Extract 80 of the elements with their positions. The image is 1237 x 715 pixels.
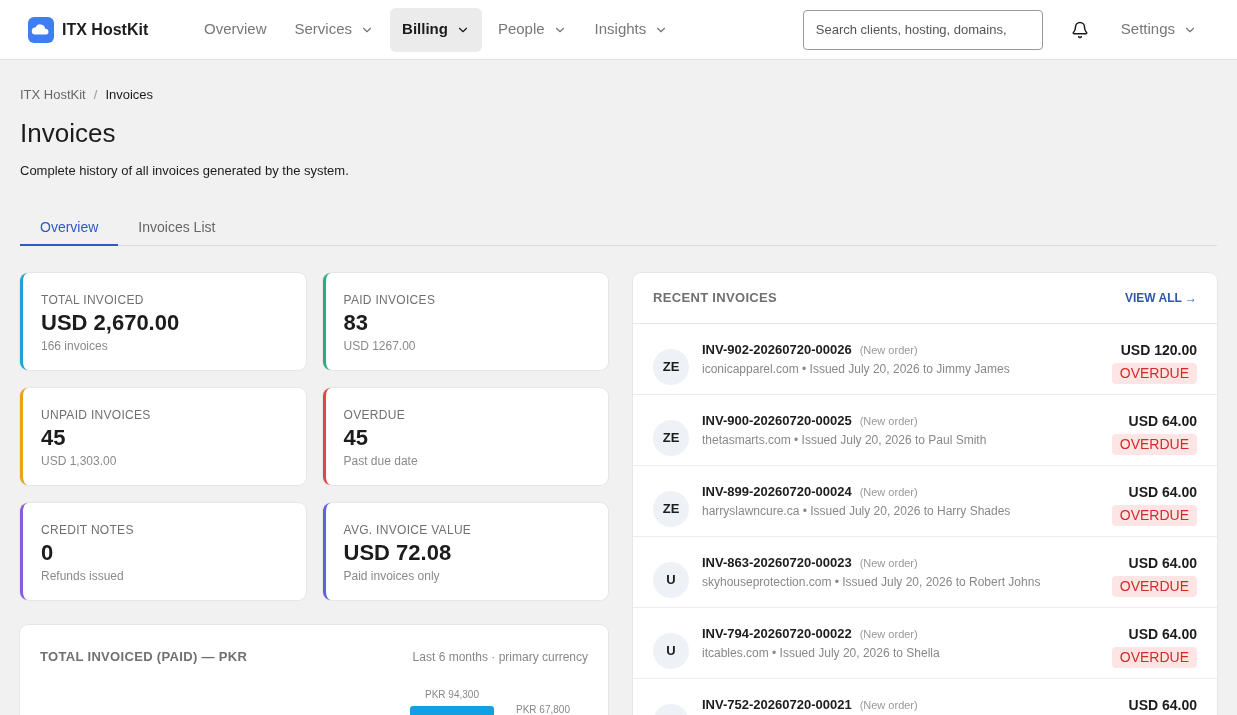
tab[interactable]: Overview — [20, 210, 119, 246]
stat-value: 83 — [343, 309, 369, 337]
stat-note: Past due date — [343, 453, 419, 470]
nav-menu-item[interactable]: Insights — [582, 7, 681, 52]
stat-label: AVG. INVOICE VALUE — [343, 522, 473, 539]
invoice-number: INV-899-20260720-00024 — [702, 483, 852, 501]
invoice-tag: (New order) — [859, 626, 918, 643]
invoice-tag: (New order) — [859, 342, 918, 359]
invoice-amount: USD 64.00 — [1128, 696, 1197, 715]
invoice-row[interactable]: U INV-863-20260720-00023 (New order) skyhouseprotection.com • Issued July 20, 2026 to Robert Johns USD 64.00 OVERDUE — [633, 537, 1217, 608]
invoice-amount: USD 64.00 — [1128, 412, 1197, 431]
invoice-number: INV-902-20260720-00026 — [702, 341, 852, 359]
breadcrumb-separator: / — [93, 86, 98, 104]
avatar: ZE — [653, 349, 689, 385]
stat-label: PAID INVOICES — [343, 292, 437, 309]
page-subtitle: Complete history of all invoices generated by the system. — [20, 161, 350, 180]
stat-label: OVERDUE — [343, 407, 406, 424]
stat-value: USD 2,670.00 — [41, 309, 181, 337]
invoice-row[interactable]: ZE INV-902-20260720-00026 (New order) iconicapparel.com • Issued July 20, 2026 to Jimmy James USD 120.00 OVERDUE — [633, 324, 1217, 395]
invoice-details: thetasmarts.com • Issued July 20, 2026 to Paul Smith — [702, 431, 988, 449]
stat-label: CREDIT NOTES — [41, 522, 135, 539]
settings-menu[interactable]: Settings — [1108, 18, 1209, 41]
stat-label: UNPAID INVOICES — [41, 407, 152, 424]
stat-note: Refunds issued — [41, 568, 125, 585]
invoice-row[interactable]: ZE INV-900-20260720-00025 (New order) thetasmarts.com • Issued July 20, 2026 to Paul Smith USD 64.00 OVERDUE — [633, 395, 1217, 466]
brand-name: ITX HostKit — [62, 19, 149, 40]
invoice-row[interactable]: INV-752-20260720-00021 (New order) USD 64.00 — [633, 679, 1217, 715]
invoice-amount: USD 64.00 — [1128, 554, 1197, 573]
invoice-amount: USD 64.00 — [1128, 625, 1197, 644]
invoice-tag: (New order) — [859, 484, 918, 501]
stat-label: TOTAL INVOICED — [41, 292, 145, 309]
avatar: U — [653, 633, 689, 669]
panel-title: RECENT INVOICES — [653, 289, 778, 308]
stat-note: USD 1267.00 — [343, 338, 417, 355]
breadcrumb-item: Invoices — [105, 86, 154, 104]
search-field[interactable]: Search clients, hosting, domains, — [802, 9, 1043, 50]
invoice-amount: USD 120.00 — [1120, 341, 1197, 360]
notification-bell-icon[interactable] — [1070, 20, 1089, 39]
bar-value-label: PKR 67,800 — [516, 703, 570, 715]
invoice-number: INV-900-20260720-00025 — [702, 412, 852, 430]
status-badge: OVERDUE — [1111, 576, 1197, 597]
invoice-row[interactable]: ZE INV-899-20260720-00024 (New order) harryslawncure.ca • Issued July 20, 2026 to Harry Shades USD 64.00 OVERDUE — [633, 466, 1217, 537]
stat-note: 166 invoices — [41, 338, 109, 355]
invoice-details: skyhouseprotection.com • Issued July 20, 2026 to Robert Johns — [702, 573, 1042, 591]
invoice-number: INV-863-20260720-00023 — [702, 554, 852, 572]
invoice-tag: (New order) — [859, 413, 918, 430]
invoice-row[interactable]: U INV-794-20260720-00022 (New order) itcables.com • Issued July 20, 2026 to Shella USD 64.00 OVERDUE — [633, 608, 1217, 679]
status-badge: OVERDUE — [1111, 434, 1197, 455]
stat-value: 45 — [343, 424, 369, 452]
stat-note: Paid invoices only — [343, 568, 441, 585]
tab[interactable]: Invoices List — [118, 210, 236, 246]
chart-subtitle: Last 6 months · primary currency — [412, 648, 588, 666]
invoice-details: harryslawncure.ca • Issued July 20, 2026 to Harry Shades — [702, 502, 1012, 520]
invoice-number: INV-752-20260720-00021 — [702, 696, 852, 714]
status-badge: OVERDUE — [1111, 647, 1197, 668]
invoice-details: itcables.com • Issued July 20, 2026 to Shella — [702, 644, 941, 662]
view-all-link[interactable]: VIEW ALL → — [1125, 289, 1197, 307]
breadcrumb-item[interactable]: ITX HostKit — [20, 85, 86, 105]
invoice-number: INV-794-20260720-00022 — [702, 625, 852, 643]
avatar: ZE — [653, 491, 689, 527]
nav-menu-item[interactable]: Billing — [390, 7, 482, 52]
nav-menu-item[interactable]: Overview — [192, 7, 279, 52]
avatar: ZE — [653, 420, 689, 456]
stat-note: USD 1,303.00 — [41, 453, 118, 470]
cloud-logo-icon — [28, 16, 54, 43]
chart-title: TOTAL INVOICED (PAID) — PKR — [40, 648, 248, 666]
stat-value: 0 — [41, 539, 55, 567]
avatar: U — [653, 562, 689, 598]
page-title: Invoices — [20, 116, 117, 149]
invoice-tag: (New order) — [859, 697, 918, 714]
stat-value: USD 72.08 — [343, 539, 453, 567]
invoice-amount: USD 64.00 — [1128, 483, 1197, 502]
status-badge: OVERDUE — [1111, 505, 1197, 526]
stat-value: 45 — [41, 424, 67, 452]
status-badge: OVERDUE — [1111, 363, 1197, 384]
nav-menu-item[interactable]: People — [485, 7, 579, 52]
invoice-details: iconicapparel.com • Issued July 20, 2026 to Jimmy James — [702, 360, 1011, 378]
invoice-tag: (New order) — [859, 555, 918, 572]
bar-value-label: PKR 94,300 — [425, 688, 479, 700]
nav-menu-item[interactable]: Services — [282, 7, 387, 52]
